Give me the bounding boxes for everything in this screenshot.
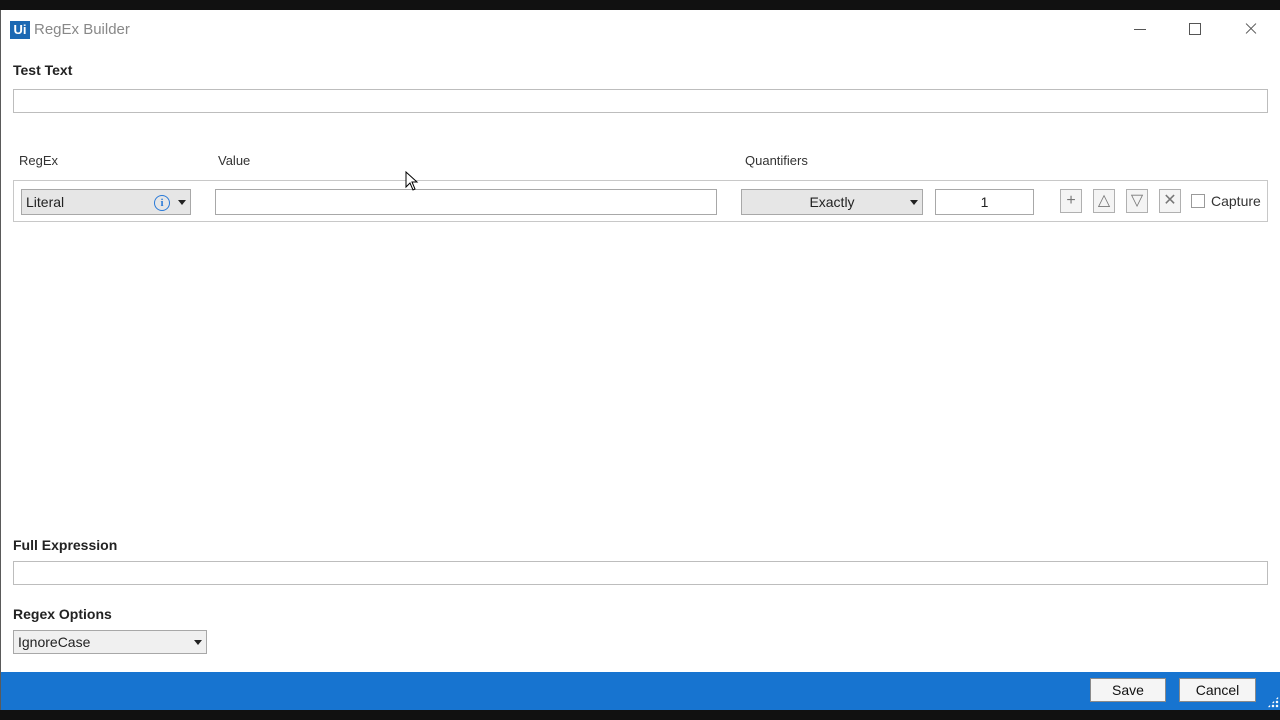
maximize-button[interactable] [1180,18,1210,40]
full-expression-input[interactable] [13,561,1268,585]
app-logo-icon: Ui [10,21,30,39]
regex-type-value: Literal [26,194,65,210]
value-input[interactable] [215,189,717,215]
regex-options-value: IgnoreCase [18,634,91,650]
quantifier-dropdown[interactable]: Exactly [741,189,923,215]
quantifiers-column-header: Quantifiers [745,153,808,168]
quantifier-count-input[interactable]: 1 [935,189,1034,215]
test-text-label: Test Text [13,62,73,78]
quantifier-value: Exactly [809,194,855,210]
regex-column-header: RegEx [19,153,59,168]
regex-options-dropdown[interactable]: IgnoreCase [13,630,207,654]
regex-type-dropdown[interactable]: Literal i [21,189,191,215]
chevron-down-icon [194,640,202,645]
close-window-button[interactable] [1236,18,1266,40]
triangle-down-icon: ▽ [1130,192,1144,209]
delete-row-button[interactable]: ✕ [1159,189,1181,213]
move-down-button[interactable]: ▽ [1126,189,1148,213]
mouse-cursor-icon [405,171,419,191]
resize-grip-icon[interactable] [1267,696,1279,708]
add-row-button[interactable]: + [1060,189,1082,213]
chevron-down-icon [910,200,918,205]
plus-icon: + [1066,192,1076,209]
chevron-down-icon [178,200,186,205]
save-button[interactable]: Save [1090,678,1166,702]
window-title: RegEx Builder [34,21,130,38]
info-icon[interactable]: i [154,195,170,211]
regex-builder-window: Ui RegEx Builder Test Text RegEx Value Q… [0,10,1280,710]
close-icon: ✕ [1163,192,1177,209]
regex-options-label: Regex Options [13,606,112,622]
move-up-button[interactable]: △ [1093,189,1115,213]
cancel-button[interactable]: Cancel [1179,678,1256,702]
minimize-button[interactable] [1125,18,1155,40]
capture-label: Capture [1211,193,1261,209]
regex-row: Literal i Exactly 1 + △ ▽ ✕ Capture [13,180,1268,222]
test-text-input[interactable] [13,89,1268,113]
value-column-header: Value [218,153,251,168]
title-bar[interactable]: Ui RegEx Builder [1,10,1280,48]
triangle-up-icon: △ [1097,192,1111,209]
capture-checkbox[interactable] [1191,194,1205,208]
footer-bar: Save Cancel [1,672,1280,710]
full-expression-label: Full Expression [13,537,118,553]
